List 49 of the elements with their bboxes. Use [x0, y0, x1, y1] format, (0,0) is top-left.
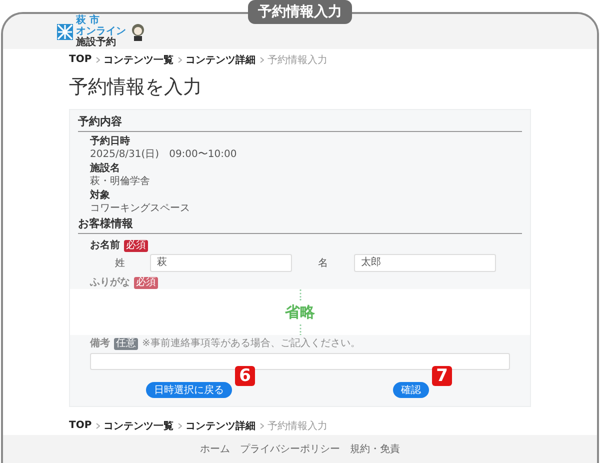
field-label: 備考: [90, 337, 110, 350]
section-heading: お客様情報: [78, 216, 522, 234]
field-label: お名前: [90, 239, 120, 252]
frame-label: 予約情報入力: [248, 0, 352, 24]
dotted-line: [298, 289, 302, 300]
chevron-icon: [178, 422, 182, 428]
breadcrumb-link[interactable]: コンテンツ詳細: [186, 52, 256, 66]
step-marker: 6: [235, 366, 255, 386]
optional-badge: 任意: [114, 338, 138, 350]
page-title: 予約情報を入力: [69, 75, 203, 100]
field-value: 2025/8/31(日) 09:00〜10:00: [90, 148, 238, 161]
hint-text: ※事前連絡事項等がある場合、ご記入ください。: [142, 337, 360, 350]
footer-link[interactable]: プライバシーポリシー: [240, 442, 340, 456]
input-field[interactable]: 太郎: [354, 254, 496, 272]
logo-text: 萩 市: [76, 15, 100, 26]
field-value: 萩・明倫学舎: [90, 175, 151, 188]
field-label: 名: [317, 257, 329, 270]
input-field[interactable]: 萩: [150, 254, 292, 272]
footer-link[interactable]: ホーム: [200, 442, 230, 456]
field-label: 対象: [90, 189, 111, 202]
action-button[interactable]: 日時選択に戻る: [146, 382, 232, 398]
chevron-icon: [260, 56, 264, 62]
omission-text: 省略: [285, 302, 315, 322]
field-label: 姓: [114, 257, 126, 270]
chevron-icon: [260, 422, 264, 428]
chevron-icon: [96, 422, 100, 428]
footer-link[interactable]: 規約・免責: [350, 442, 400, 456]
breadcrumb-link[interactable]: TOP: [69, 54, 92, 65]
field-label: ふりがな: [90, 276, 130, 289]
required-badge: 必須: [124, 240, 148, 252]
chevron-icon: [178, 56, 182, 62]
logo-icon: [57, 24, 73, 40]
notes-field[interactable]: [90, 353, 510, 370]
dotted-line: [298, 324, 302, 335]
breadcrumb-link[interactable]: コンテンツ一覧: [104, 418, 174, 432]
field-value: コワーキングスペース: [90, 202, 191, 215]
breadcrumb-link[interactable]: TOP: [69, 420, 92, 431]
action-button[interactable]: 確認: [393, 382, 429, 398]
field-label: 予約日時: [90, 135, 131, 148]
section-heading: 予約内容: [78, 114, 522, 132]
required-badge: 必須: [134, 276, 158, 288]
chevron-icon: [96, 56, 100, 62]
logo-text: 施設予約: [76, 37, 117, 48]
logo-text: オンライン: [76, 26, 126, 37]
step-marker: 7: [432, 366, 452, 386]
field-label: 施設名: [90, 162, 121, 175]
mascot-drawing: [129, 22, 147, 40]
breadcrumb-link[interactable]: コンテンツ一覧: [104, 52, 174, 66]
breadcrumb-link[interactable]: コンテンツ詳細: [186, 418, 256, 432]
